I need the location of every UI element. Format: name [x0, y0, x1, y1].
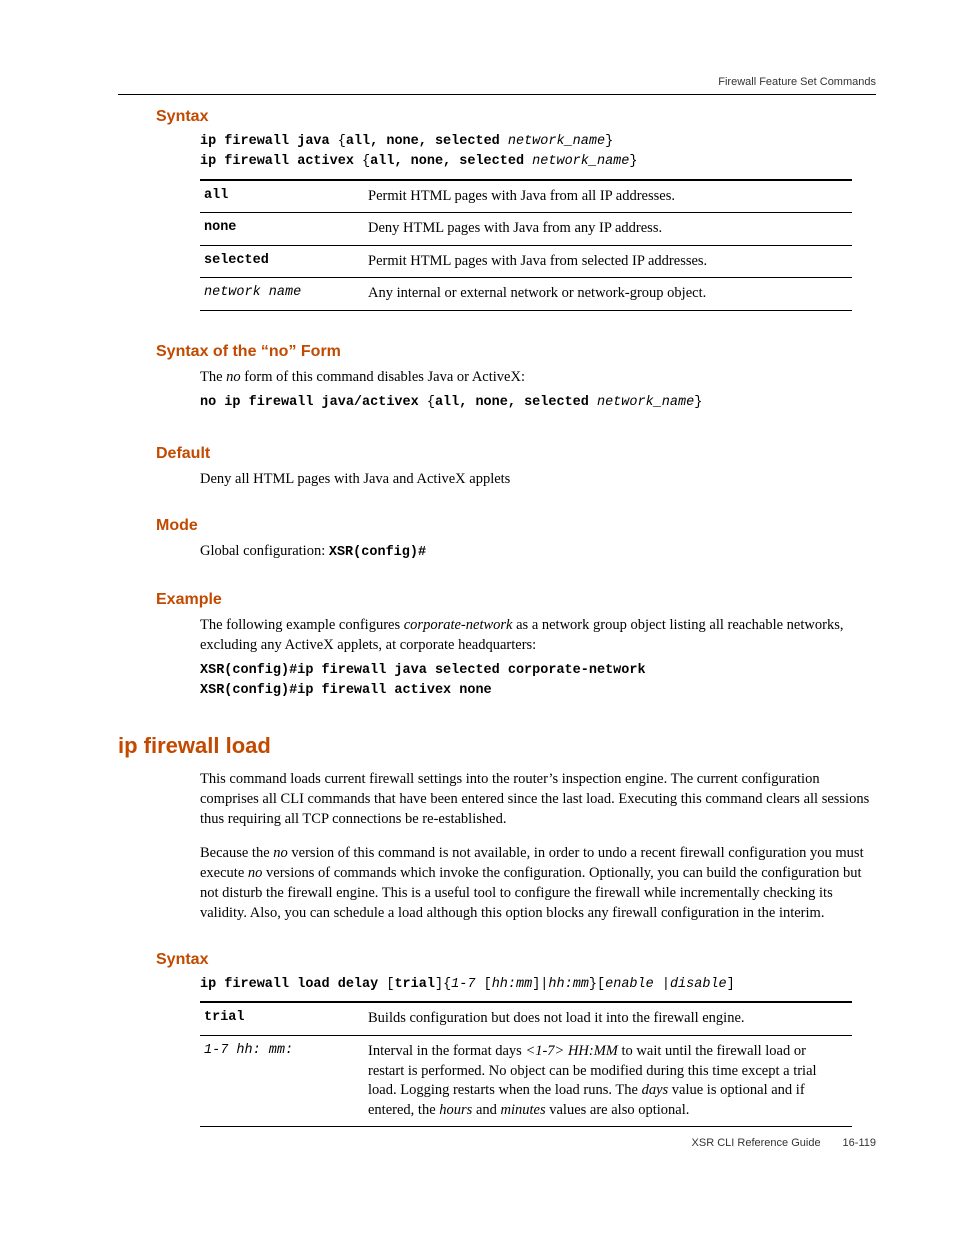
text-part: days	[642, 1082, 669, 1098]
header-rule	[118, 94, 876, 95]
param-desc: Interval in the format days <1-7> HH:MM …	[364, 1035, 852, 1126]
table-row: all Permit HTML pages with Java from all…	[200, 180, 852, 213]
example-commands: XSR(config)#ip firewall java selected co…	[200, 661, 876, 702]
cmd-part: ip firewall activex	[200, 154, 362, 169]
cmd-part: all, none, selected	[435, 395, 597, 410]
heading-default: Default	[156, 445, 876, 463]
cmd-part: {	[427, 395, 435, 410]
cmd-part: 1-7	[451, 977, 483, 992]
heading-no-form: Syntax of the “no” Form	[156, 343, 876, 361]
mode-text: Global configuration: XSR(config)#	[200, 541, 876, 563]
cmd-part: ]{	[435, 977, 451, 992]
command-heading-ip-firewall-load: ip firewall load	[118, 733, 876, 759]
cmd-part: trial	[394, 977, 435, 992]
cmd-part: }	[629, 154, 637, 169]
cmd-part: }	[694, 395, 702, 410]
syntax2-table: trial Builds configuration but does not …	[200, 1001, 852, 1127]
heading-mode: Mode	[156, 517, 876, 535]
text-part: Because the	[200, 845, 273, 861]
text-part: The following example configures	[200, 617, 404, 633]
page-content: Syntax ip firewall java {all, none, sele…	[118, 108, 876, 1127]
param-desc: Deny HTML pages with Java from any IP ad…	[364, 213, 852, 246]
cmd-part: network_name	[597, 395, 694, 410]
table-row: none Deny HTML pages with Java from any …	[200, 213, 852, 246]
example-intro: The following example configures corpora…	[200, 615, 876, 655]
cmd-part: hh:mm	[492, 977, 533, 992]
cmd-part: no ip firewall java/activex	[200, 395, 427, 410]
default-text: Deny all HTML pages with Java and Active…	[200, 469, 876, 489]
text-part: values are also optional.	[546, 1102, 690, 1118]
text-part: Interval in the format days	[368, 1043, 525, 1059]
cmd-part: |	[662, 977, 670, 992]
cmd-part: network_name	[508, 134, 605, 149]
heading-syntax: Syntax	[156, 108, 876, 126]
text-part: hours	[439, 1102, 472, 1118]
command2-para2: Because the no version of this command i…	[200, 843, 876, 923]
no-form-intro: The no form of this command disables Jav…	[200, 367, 876, 387]
param-desc: Permit HTML pages with Java from selecte…	[364, 245, 852, 278]
cmd-part: {	[362, 154, 370, 169]
text-part: form of this command disables Java or Ac…	[241, 369, 525, 385]
text-part: no	[248, 865, 263, 881]
param-key: trial	[200, 1002, 364, 1035]
text-part: XSR(config)#	[329, 545, 426, 560]
syntax2-command: ip firewall load delay [trial]{1-7 [hh:m…	[200, 975, 876, 995]
param-key: 1-7 hh: mm:	[200, 1035, 364, 1126]
table-row: network name Any internal or external ne…	[200, 278, 852, 311]
command2-para1: This command loads current firewall sett…	[200, 769, 876, 829]
cmd-part: disable	[670, 977, 727, 992]
param-key: selected	[200, 245, 364, 278]
syntax1-commands: ip firewall java {all, none, selected ne…	[200, 132, 876, 173]
cmd-part: delay	[330, 977, 387, 992]
param-desc: Permit HTML pages with Java from all IP …	[364, 180, 852, 213]
cmd-part: ]	[727, 977, 735, 992]
cmd-part: hh:mm	[548, 977, 589, 992]
cmd-part: {	[338, 134, 346, 149]
text-part: versions of commands which invoke the co…	[200, 865, 861, 921]
cmd-line: XSR(config)#ip firewall activex none	[200, 683, 492, 698]
param-desc: Any internal or external network or netw…	[364, 278, 852, 311]
text-part: corporate-network	[404, 617, 513, 633]
page-header-right: Firewall Feature Set Commands	[718, 76, 876, 88]
table-row: trial Builds configuration but does not …	[200, 1002, 852, 1035]
text-part: The	[200, 369, 226, 385]
page-footer: XSR CLI Reference Guide 16-119	[692, 1137, 876, 1149]
table-row: selected Permit HTML pages with Java fro…	[200, 245, 852, 278]
syntax1-table: all Permit HTML pages with Java from all…	[200, 179, 852, 311]
text-part: <1-7> HH:MM	[525, 1043, 617, 1059]
cmd-part: }	[605, 134, 613, 149]
no-form-command: no ip firewall java/activex {all, none, …	[200, 393, 876, 413]
param-key: none	[200, 213, 364, 246]
heading-syntax2: Syntax	[156, 951, 876, 969]
text-part: minutes	[501, 1102, 546, 1118]
cmd-part: ]|	[532, 977, 548, 992]
param-key: network name	[200, 278, 364, 311]
table-row: 1-7 hh: mm: Interval in the format days …	[200, 1035, 852, 1126]
cmd-part: all, none, selected	[370, 154, 532, 169]
cmd-part: }[	[589, 977, 605, 992]
text-part: no	[226, 369, 241, 385]
param-key: all	[200, 180, 364, 213]
cmd-part: [	[484, 977, 492, 992]
heading-example: Example	[156, 591, 876, 609]
cmd-line: XSR(config)#ip firewall java selected co…	[200, 663, 646, 678]
param-desc: Builds configuration but does not load i…	[364, 1002, 852, 1035]
page-container: Firewall Feature Set Commands Syntax ip …	[0, 0, 954, 1235]
cmd-part: ip firewall load	[200, 977, 330, 992]
text-part: Global configuration:	[200, 543, 329, 559]
cmd-part: all, none, selected	[346, 134, 508, 149]
cmd-part: ip firewall java	[200, 134, 338, 149]
cmd-part: enable	[605, 977, 662, 992]
cmd-part: network_name	[532, 154, 629, 169]
text-part: no	[273, 845, 288, 861]
text-part: and	[472, 1102, 500, 1118]
